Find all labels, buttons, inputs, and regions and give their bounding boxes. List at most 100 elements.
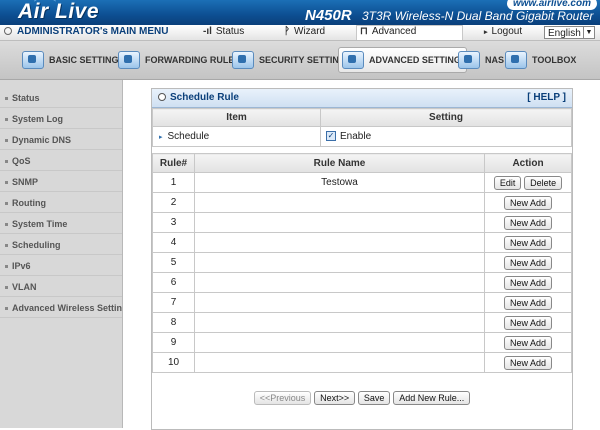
sidebar-item-routing[interactable]: Routing <box>0 193 122 213</box>
rule-number: 7 <box>152 292 195 313</box>
forwarding-icon <box>118 51 140 69</box>
edit-button[interactable]: Edit <box>493 175 522 190</box>
sidebar-item-system-log[interactable]: System Log <box>0 109 122 129</box>
new-add-button[interactable]: New Add <box>503 255 553 270</box>
sidebar-item-label: Routing <box>12 198 46 208</box>
bullet-icon <box>5 139 8 143</box>
delete-button[interactable]: Delete <box>524 175 563 190</box>
table-row: 4 New Add <box>152 232 572 253</box>
new-add-button[interactable]: New Add <box>503 235 553 250</box>
rule-name-header: Rule Name <box>194 153 485 173</box>
rule-actions: New Add <box>484 212 572 233</box>
antenna-icon: -ıl <box>203 26 212 37</box>
schedule-rule-panel: Schedule Rule [ HELP ] Item Setting ▸ Sch… <box>151 88 573 430</box>
rule-actions: New Add <box>484 272 572 293</box>
rule-number: 6 <box>152 272 195 293</box>
sidebar-item-scheduling[interactable]: Scheduling <box>0 235 122 255</box>
rule-actions: Edit Delete <box>484 172 572 193</box>
sidebar-item-advanced-wireless-settings[interactable]: Advanced Wireless Settings <box>0 298 122 318</box>
sidebar-item-label: IPv6 <box>12 261 31 271</box>
tab-label: BASIC SETTING <box>49 55 119 65</box>
enable-checkbox[interactable]: ✓ <box>326 131 336 142</box>
rule-number: 2 <box>152 192 195 213</box>
rule-name <box>194 232 485 253</box>
website-link[interactable]: www.airlive.com <box>507 0 597 10</box>
new-add-button[interactable]: New Add <box>503 315 553 330</box>
table-row: 6 New Add <box>152 272 572 293</box>
sidebar-item-label: System Log <box>12 114 64 124</box>
sidebar-item-dynamic-dns[interactable]: Dynamic DNS <box>0 130 122 150</box>
rule-name <box>194 292 485 313</box>
rule-number: 8 <box>152 312 195 333</box>
bullet-icon <box>5 181 8 185</box>
previous-button[interactable]: <<Previous <box>253 391 312 405</box>
tab-label: TOOLBOX <box>532 55 577 65</box>
sidebar-item-label: SNMP <box>12 177 39 187</box>
wand-icon: ᚹ <box>284 26 290 37</box>
nav-advanced[interactable]: ⊓ Advanced <box>360 26 416 37</box>
sidebar-item-qos[interactable]: QoS <box>0 151 122 171</box>
rule-number: 1 <box>152 172 195 193</box>
new-add-button[interactable]: New Add <box>503 195 553 210</box>
panel-title-bar: Schedule Rule [ HELP ] <box>152 89 572 108</box>
sidebar-item-ipv6[interactable]: IPv6 <box>0 256 122 276</box>
rule-name <box>194 252 485 273</box>
item-header: Item <box>152 108 321 127</box>
arrow-right-icon: ▸ <box>484 29 488 36</box>
tab-basic-setting[interactable]: BASIC SETTING <box>22 49 119 71</box>
nav-logout-label: Logout <box>491 26 523 37</box>
tab-forwarding-rules[interactable]: FORWARDING RULES <box>118 49 240 71</box>
rule-actions: New Add <box>484 192 572 213</box>
rule-name <box>194 312 485 333</box>
save-button[interactable]: Save <box>357 391 391 405</box>
new-add-button[interactable]: New Add <box>503 335 553 350</box>
new-add-button[interactable]: New Add <box>503 275 553 290</box>
sidebar-item-status[interactable]: Status <box>0 88 122 108</box>
new-add-button[interactable]: New Add <box>503 355 553 370</box>
tab-label: ADVANCED SETTING <box>369 55 461 65</box>
sidebar-item-vlan[interactable]: VLAN <box>0 277 122 297</box>
rule-number: 10 <box>152 352 195 373</box>
arrow-right-icon: ▸ <box>159 134 163 141</box>
tab-advanced-setting[interactable]: ADVANCED SETTING <box>338 47 467 73</box>
add-new-rule-button[interactable]: Add New Rule... <box>393 391 471 405</box>
sidebar-item-snmp[interactable]: SNMP <box>0 172 122 192</box>
schedule-label: Schedule <box>167 131 210 142</box>
sidebar-item-label: QoS <box>12 156 31 166</box>
language-select[interactable]: English ▼ <box>544 26 595 39</box>
basic-setting-icon <box>22 51 44 69</box>
sidebar-item-system-time[interactable]: System Time <box>0 214 122 234</box>
enable-label: Enable <box>340 131 372 142</box>
rules-table: Rule# Rule Name Action 1 Testowa Edit De… <box>152 153 572 373</box>
rule-name <box>194 212 485 233</box>
rule-name: Testowa <box>194 172 485 193</box>
new-add-button[interactable]: New Add <box>503 295 553 310</box>
rule-number: 9 <box>152 332 195 353</box>
tab-toolbox[interactable]: TOOLBOX <box>505 49 576 71</box>
tab-security-setting[interactable]: SECURITY SETTING <box>232 49 346 71</box>
airlive-logo: Air Live <box>18 0 100 23</box>
sidebar: Status System Log Dynamic DNS QoS SNMP R… <box>0 80 123 428</box>
next-button[interactable]: Next>> <box>314 391 356 405</box>
setting-header: Setting <box>320 108 572 127</box>
rule-number: 3 <box>152 212 195 233</box>
advanced-setting-icon <box>342 51 364 69</box>
product-tagline: 3T3R Wireless-N Dual Band Gigabit Router <box>362 9 594 23</box>
router-icon: ⊓ <box>360 26 368 37</box>
nav-status[interactable]: -ıl Status <box>203 26 244 37</box>
action-header: Action <box>484 153 572 173</box>
bullet-icon <box>5 202 8 206</box>
table-row: 1 Testowa Edit Delete <box>152 172 572 193</box>
nav-wizard[interactable]: ᚹ Wizard <box>284 26 325 37</box>
rule-actions: New Add <box>484 332 572 353</box>
panel-title-text: Schedule Rule <box>170 92 239 103</box>
table-row: 3 New Add <box>152 212 572 233</box>
rule-actions: New Add <box>484 312 572 333</box>
new-add-button[interactable]: New Add <box>503 215 553 230</box>
rule-actions: New Add <box>484 232 572 253</box>
help-link[interactable]: [ HELP ] <box>527 92 566 103</box>
sidebar-item-label: Advanced Wireless Settings <box>12 303 122 313</box>
tab-nas[interactable]: NAS <box>458 49 504 71</box>
rule-name <box>194 272 485 293</box>
nav-logout[interactable]: ▸ Logout <box>484 26 522 37</box>
